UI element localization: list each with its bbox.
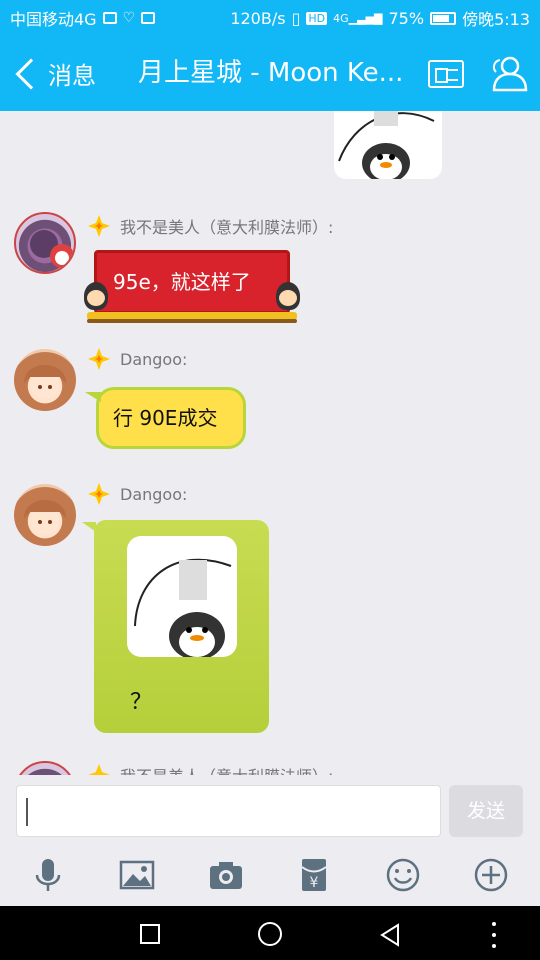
message-input[interactable] [16,785,441,837]
battery-icon [430,11,457,25]
sparkle-icon [88,764,110,775]
sender-name: Dangoo: [120,484,188,504]
sticker-message-top[interactable] [334,111,442,179]
network-speed: 120B/s [230,8,286,28]
vibrate-icon: ▯ [291,8,301,28]
back-label: 消息 [48,62,96,90]
back-button[interactable]: 消息 [14,56,96,91]
clock: 傍晚5:13 [462,10,530,29]
sparkle-icon [88,348,110,370]
title-bar: 消息 月上星城 - Moon Ke... [0,36,540,111]
sender-name: 我不是美人（意大利膜法师）: [120,763,333,775]
kid-decoration-icon [276,282,300,310]
briefcase-icon [102,12,117,24]
text-caret [26,798,28,826]
input-bar: 发送 ¥ [0,775,540,906]
chat-title: 月上星城 - Moon Ke... [138,58,404,88]
avatar[interactable] [14,212,76,274]
svg-text:¥: ¥ [310,875,319,891]
battery-percent: 75% [388,8,425,28]
avatar[interactable] [14,761,76,775]
plus-icon[interactable] [473,857,509,893]
kid-decoration-icon [84,282,108,310]
home-button[interactable] [258,922,282,946]
chat-area[interactable]: 我不是美人（意大利膜法师）: 95e，就这样了 Dangoo: 行 90E成交 [0,111,540,775]
avatar[interactable] [14,349,76,411]
shield-icon [141,12,156,24]
more-options-button[interactable] [492,922,496,948]
girl-avatar-image [24,365,66,399]
carrier-label: 中国移动4G [10,10,97,29]
send-button[interactable]: 发送 [449,785,523,837]
heart-icon: ♡ [122,10,136,26]
chevron-left-icon [15,57,47,90]
group-profile-card-icon[interactable] [428,60,464,88]
avatar[interactable] [14,484,76,546]
red-packet-icon[interactable]: ¥ [296,857,332,893]
network-type: 4G [333,11,349,25]
signal-icon: 4G▁▃▅▇ [333,11,383,25]
status-bar: 中国移动4G ♡ 120B/s ▯ HD 4G▁▃▅▇ 75% 傍晚5:13 [0,0,540,36]
sender-name-row: 我不是美人（意大利膜法师）: [88,763,333,775]
message-bubble-green[interactable]: ？ [82,520,269,733]
penguin-sticker [338,111,435,179]
sender-name-row: Dangoo: [88,483,187,505]
sticker-image[interactable] [127,536,237,657]
hd-badge: HD [306,11,328,25]
back-triangle-button[interactable] [378,923,402,947]
recent-apps-button[interactable] [140,924,160,944]
message-bubble-yellow[interactable]: 行 90E成交 [85,387,246,449]
message-bubble-red-banner[interactable]: 95e，就这样了 [87,250,297,323]
sender-name: 我不是美人（意大利膜法师）: [120,218,334,237]
sparkle-icon [88,215,110,237]
image-icon[interactable] [119,857,155,893]
system-nav-bar [0,906,540,960]
group-members-icon[interactable] [488,54,528,92]
message-text: 行 90E成交 [113,406,218,430]
girl-avatar-image [24,500,66,534]
message-text: 95e，就这样了 [113,270,251,294]
sender-name-row: Dangoo: [88,348,187,370]
cat-avatar-image [30,230,74,268]
sender-name-row: 我不是美人（意大利膜法师）: [88,214,333,238]
sender-name: Dangoo: [120,349,188,369]
message-text: ？ [130,690,153,715]
sparkle-icon [88,483,110,505]
camera-icon[interactable] [208,857,244,893]
emoji-icon[interactable] [385,857,421,893]
penguin-sticker [134,558,232,657]
microphone-icon[interactable] [30,857,66,893]
